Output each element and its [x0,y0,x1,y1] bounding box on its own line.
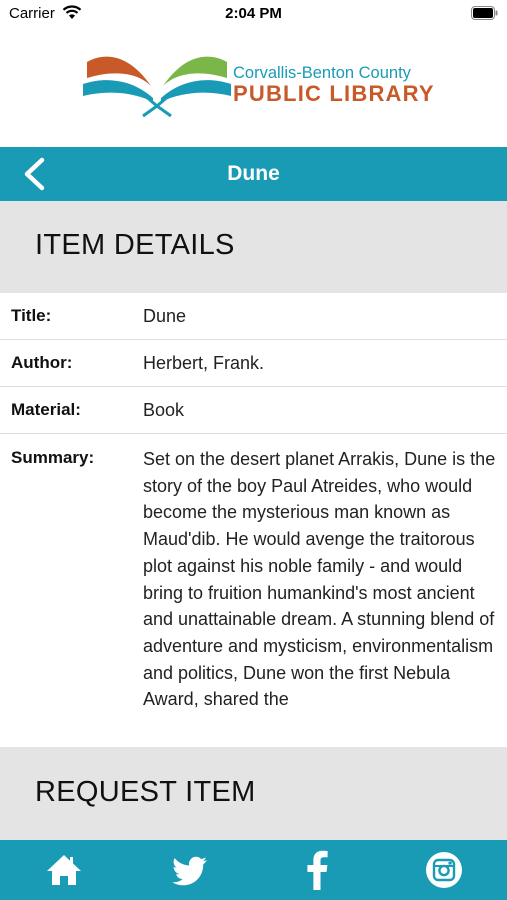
navigation-bar: Dune [0,147,507,201]
page-title: Dune [227,162,280,185]
detail-value: Herbert, Frank. [143,353,265,373]
item-details-heading: ITEM DETAILS [35,229,235,261]
facebook-icon [307,850,328,890]
summary-label: Summary: [11,448,95,467]
request-item-button[interactable]: REQUEST ITEM [0,747,507,840]
item-details-header: ITEM DETAILS [0,201,507,293]
detail-label: Author: [11,353,73,372]
twitter-tab[interactable] [171,850,211,890]
status-time: 2:04 PM [225,5,282,22]
detail-value: Dune [143,306,187,326]
library-logo: Corvallis-Benton County PUBLIC LIBRARY [83,50,434,122]
home-icon [47,855,81,885]
facebook-tab[interactable] [298,850,338,890]
summary-text: Set on the desert planet Arrakis, Dune i… [143,449,496,710]
detail-value: Book [143,400,185,420]
bottom-tab-bar [0,840,507,900]
detail-row-title: Title: Dune [0,293,507,340]
home-tab[interactable] [44,850,84,890]
twitter-icon [172,856,207,886]
open-book-logo-icon [83,56,231,118]
detail-label: Material: [11,400,81,419]
logo-library-text: PUBLIC LIBRARY [233,81,435,106]
request-item-heading: REQUEST ITEM [35,776,256,808]
item-details-list: Title: Dune Author: Herbert, Frank. Mate… [0,293,507,434]
instagram-tab[interactable] [424,850,464,890]
detail-label: Title: [11,306,52,325]
detail-row-author: Author: Herbert, Frank. [0,340,507,387]
status-bar: Carrier 2:04 PM [0,0,507,30]
battery-icon [471,6,498,20]
detail-row-summary[interactable]: Summary: Set on the desert planet Arraki… [0,435,507,747]
detail-row-material: Material: Book [0,387,507,434]
instagram-icon [426,852,462,888]
